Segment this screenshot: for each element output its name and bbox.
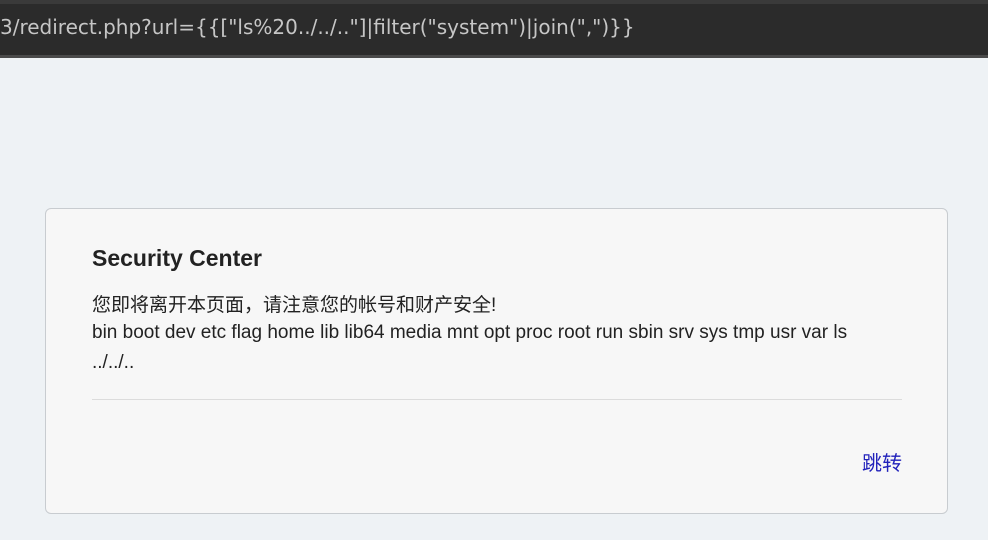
- jump-link[interactable]: 跳转: [862, 447, 902, 476]
- divider: [92, 399, 902, 400]
- address-bar[interactable]: 3/redirect.php?url={{["ls%20../../.."]|f…: [0, 0, 988, 58]
- leave-warning-message: 您即将离开本页面，请注意您的帐号和财产安全!: [92, 295, 497, 316]
- card-title: Security Center: [92, 245, 263, 271]
- command-output-text: bin boot dev etc flag home lib lib64 med…: [92, 322, 848, 373]
- security-card: Security Center 您即将离开本页面，请注意您的帐号和财产安全! b…: [45, 208, 948, 514]
- url-text[interactable]: 3/redirect.php?url={{["ls%20../../.."]|f…: [0, 15, 635, 39]
